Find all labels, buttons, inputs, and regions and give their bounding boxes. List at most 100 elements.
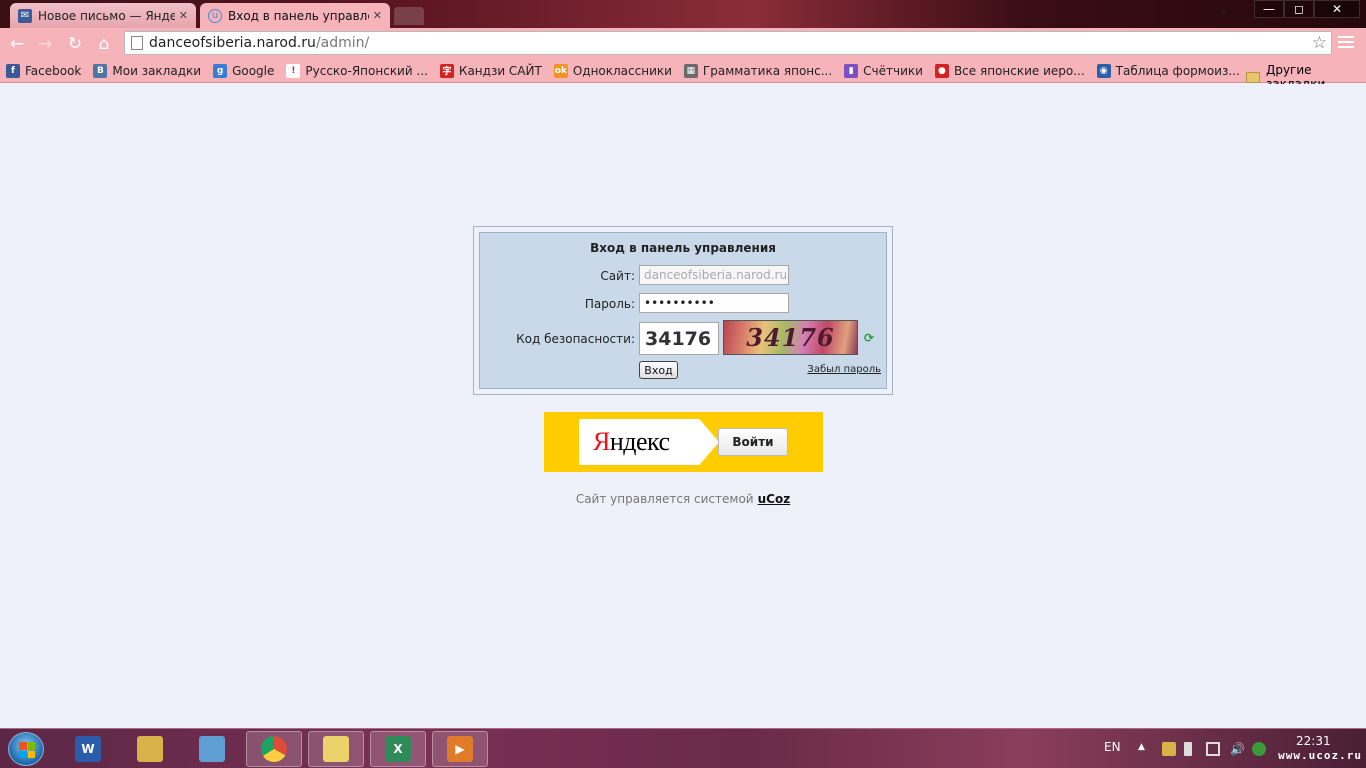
battery-icon[interactable] <box>1184 742 1192 756</box>
grammar-icon: ▦ <box>683 63 698 78</box>
powered-by-text: Сайт управляется системой <box>575 492 754 506</box>
folder-icon <box>137 736 163 762</box>
bookmark-label: Одноклассники <box>572 63 672 78</box>
show-hidden-icons-icon[interactable]: ▲ <box>1138 742 1152 756</box>
bookmark-item[interactable]: ▮ Счётчики <box>844 63 923 78</box>
address-host: danceofsiberia.narod.ru <box>149 35 316 51</box>
site-field: danceofsiberia.narod.ru <box>639 265 789 285</box>
address-path: /admin/ <box>315 35 370 51</box>
yandex-logo: Яндекс <box>579 419 719 465</box>
window-controls: — ◻ ✕ <box>1254 0 1360 18</box>
forgot-password-link[interactable]: Забыл пароль <box>807 364 881 375</box>
reload-icon[interactable]: ↻ <box>64 33 86 55</box>
bookmark-label: Таблица формоиз... <box>1115 63 1240 78</box>
odnoklassniki-icon: ok <box>553 63 568 78</box>
tab-label: Вход в панель управлени <box>228 8 369 23</box>
forward-arrow-icon[interactable]: → <box>34 33 56 55</box>
start-button[interactable] <box>8 732 44 766</box>
password-field[interactable]: •••••••••• <box>639 293 789 313</box>
chrome-icon <box>261 736 287 762</box>
japanese-red-icon: ● <box>934 63 949 78</box>
bookmark-item[interactable]: ● Все японские иеро... <box>934 63 1085 78</box>
google-icon: g <box>213 63 228 78</box>
captcha-refresh-icon[interactable]: ⟳ <box>864 331 874 345</box>
tab-admin-login[interactable]: u Вход в панель управлени ✕ <box>200 3 390 28</box>
facebook-icon: f <box>6 63 20 78</box>
yandex-logo-rest: ндекс <box>609 427 670 456</box>
taskbar: W X ▶ EN ▲ 🔊 22:31 www.ucoz.ru <box>0 728 1366 768</box>
login-form: Вход в панель управления Сайт: danceofsi… <box>479 232 887 389</box>
bookmark-label: Кандзи САЙТ <box>458 63 542 78</box>
bookmark-item[interactable]: В Мои закладки <box>93 63 202 78</box>
globe-icon: ◉ <box>1096 63 1111 78</box>
windows-logo-icon <box>19 742 35 758</box>
bookmark-label: Facebook <box>25 63 82 78</box>
site-label: Сайт: <box>600 269 635 283</box>
bookmark-item[interactable]: g Google <box>213 63 275 78</box>
new-tab-button[interactable] <box>394 7 424 25</box>
bookmark-item[interactable]: ! Русско-Японский ... <box>286 63 428 78</box>
network-icon[interactable] <box>1206 742 1220 756</box>
tab-close-icon[interactable]: ✕ <box>373 9 382 22</box>
language-indicator[interactable]: EN <box>1104 740 1121 754</box>
security-code-label: Код безопасности: <box>516 332 635 346</box>
close-window-button[interactable]: ✕ <box>1314 0 1360 18</box>
login-panel: Вход в панель управления Сайт: danceofsi… <box>473 226 893 395</box>
exclamation-icon: ! <box>286 63 301 78</box>
taskbar-app-sticky[interactable] <box>308 731 364 767</box>
bookmark-label: Грамматика японс... <box>702 63 833 78</box>
powered-by: Сайт управляется системой uCoz <box>0 492 1366 506</box>
taskbar-app-explorer[interactable] <box>122 731 178 767</box>
watermark: www.ucoz.ru <box>1278 749 1362 762</box>
bookmarks-more-button[interactable]: » <box>1220 4 1227 18</box>
clock[interactable]: 22:31 <box>1296 734 1331 748</box>
sticky-notes-icon <box>323 736 349 762</box>
bookmark-item[interactable]: f Facebook <box>6 63 82 78</box>
yandex-logo-first: Я <box>593 427 610 456</box>
bookmark-star-icon[interactable]: ☆ <box>1312 33 1327 53</box>
bookmark-item[interactable]: ◉ Таблица формоиз... <box>1096 63 1240 78</box>
bookmark-item[interactable]: ok Одноклассники <box>553 63 672 78</box>
word-icon: W <box>75 736 101 762</box>
tab-close-icon[interactable]: ✕ <box>179 9 188 22</box>
address-bar[interactable]: danceofsiberia.narod.ru/admin/ ☆ <box>124 31 1332 55</box>
security-code-input[interactable]: 34176 <box>639 322 719 355</box>
volume-icon[interactable]: 🔊 <box>1230 742 1245 756</box>
home-icon[interactable]: ⌂ <box>93 33 115 55</box>
login-title: Вход в панель управления <box>590 241 776 255</box>
bookmark-item[interactable]: ▦ Грамматика японс... <box>683 63 833 78</box>
taskbar-app-word[interactable]: W <box>60 731 116 767</box>
tab-label: Новое письмо — Яндекс <box>38 8 175 23</box>
security-center-icon[interactable] <box>1252 742 1266 756</box>
bookmark-item[interactable]: 字 Кандзи САЙТ <box>439 63 542 78</box>
taskbar-app-media[interactable]: ▶ <box>432 731 488 767</box>
page-content: Вход в панель управления Сайт: danceofsi… <box>0 84 1366 728</box>
minimize-button[interactable]: — <box>1254 0 1284 18</box>
tray-app-icon[interactable] <box>1162 742 1176 756</box>
folder-icon <box>1246 71 1260 83</box>
taskbar-app-excel[interactable]: X <box>370 731 426 767</box>
menu-icon[interactable] <box>1338 34 1354 50</box>
back-arrow-icon[interactable]: ← <box>6 33 28 55</box>
vk-icon: В <box>93 63 108 78</box>
bookmark-label: Все японские иеро... <box>953 63 1085 78</box>
taskbar-app-chrome[interactable] <box>246 731 302 767</box>
maximize-button[interactable]: ◻ <box>1284 0 1314 18</box>
bookmark-label: Мои закладки <box>112 63 202 78</box>
excel-icon: X <box>385 736 411 762</box>
taskbar-app-notes[interactable] <box>184 731 240 767</box>
bookmark-label: Русско-Японский ... <box>305 63 428 78</box>
tab-new-mail[interactable]: ✉ Новое письмо — Яндекс ✕ <box>10 3 196 28</box>
login-button[interactable]: Вход <box>639 361 678 379</box>
ucoz-icon: u <box>208 8 222 23</box>
yandex-login-button[interactable]: Войти <box>718 428 788 456</box>
mail-icon: ✉ <box>18 8 32 23</box>
title-bar: ✉ Новое письмо — Яндекс ✕ u Вход в панел… <box>0 0 1366 28</box>
bookmark-label: Google <box>232 63 275 78</box>
media-player-icon: ▶ <box>447 736 473 762</box>
notepad-icon <box>199 736 225 762</box>
kanji-icon: 字 <box>439 63 454 78</box>
yandex-login-banner: Яндекс Войти <box>544 412 823 472</box>
password-label: Пароль: <box>584 297 635 311</box>
ucoz-link[interactable]: uCoz <box>758 492 791 506</box>
